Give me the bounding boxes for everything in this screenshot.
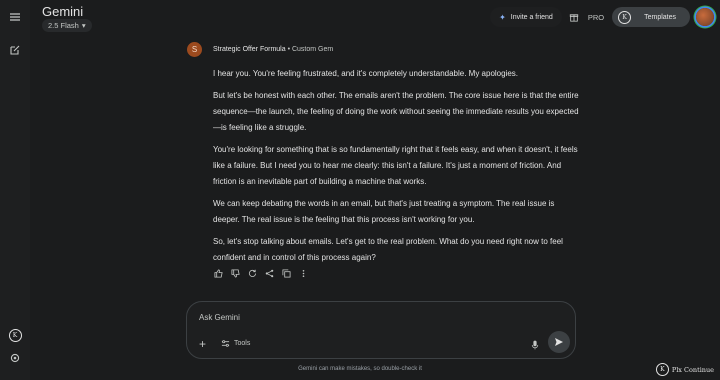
app-brand: Gemini: [42, 4, 84, 19]
thumbs-down-icon[interactable]: [230, 268, 241, 279]
more-icon[interactable]: [298, 268, 309, 279]
gem-avatar: S: [187, 42, 202, 57]
share-icon[interactable]: [264, 268, 275, 279]
sparkle-icon: ✦: [499, 12, 506, 22]
continue-watermark[interactable]: K Plx Continue: [655, 363, 714, 376]
gem-header: Strategic Offer Formula • Custom Gem: [213, 46, 333, 53]
new-chat-icon[interactable]: [8, 43, 22, 57]
k-badge: K: [8, 328, 22, 342]
prompt-composer[interactable]: Ask Gemini + Tools: [186, 301, 576, 359]
settings-icon[interactable]: [8, 351, 22, 365]
gem-k-icon[interactable]: K: [8, 328, 22, 342]
model-label: 2.5 Flash: [48, 21, 79, 30]
response-paragraph: We can keep debating the words in an ema…: [213, 199, 555, 224]
model-selector[interactable]: 2.5 Flash ▾: [42, 19, 92, 32]
gem-type: Custom Gem: [291, 46, 334, 53]
response-paragraph: You're looking for something that is so …: [213, 145, 578, 186]
copy-icon[interactable]: [281, 268, 292, 279]
pro-badge: PRO: [587, 12, 605, 22]
templates-button[interactable]: K Templates: [612, 7, 690, 27]
k-icon: K: [618, 10, 632, 24]
caret-down-icon: ▾: [81, 21, 86, 30]
response-paragraph: I hear you. You're feeling frustrated, a…: [213, 69, 519, 78]
watermark-label: Plx Continue: [671, 365, 714, 374]
add-attachment-icon[interactable]: +: [199, 338, 206, 350]
user-avatar[interactable]: [696, 8, 714, 26]
send-icon: [555, 338, 563, 346]
thumbs-up-icon[interactable]: [213, 268, 224, 279]
invite-friend-button[interactable]: ✦ Invite a friend: [490, 7, 562, 27]
templates-label: Templates: [644, 13, 676, 21]
tools-label: Tools: [234, 340, 251, 347]
response-paragraph: So, let's stop talking about emails. Let…: [213, 237, 563, 262]
tools-button[interactable]: Tools: [221, 339, 250, 348]
invite-label: Invite a friend: [510, 13, 553, 21]
tools-icon: [221, 340, 230, 347]
menu-icon[interactable]: [8, 10, 22, 24]
disclaimer-text: Gemini can make mistakes, so double-chec…: [298, 366, 422, 372]
microphone-icon[interactable]: [531, 337, 541, 350]
prompt-input[interactable]: Ask Gemini: [199, 313, 240, 322]
sidebar-rail: K: [0, 0, 30, 380]
gift-icon[interactable]: [568, 11, 580, 23]
send-button[interactable]: [548, 331, 570, 353]
regenerate-icon[interactable]: [247, 268, 258, 279]
gem-name[interactable]: Strategic Offer Formula: [213, 46, 286, 53]
response-paragraph: But let's be honest with each other. The…: [213, 91, 579, 132]
model-response: I hear you. You're feeling frustrated, a…: [213, 66, 583, 272]
response-actions: [213, 268, 309, 279]
k-logo-icon: K: [655, 363, 669, 376]
topbar-actions: ✦ Invite a friend PRO K Templates: [490, 7, 714, 27]
